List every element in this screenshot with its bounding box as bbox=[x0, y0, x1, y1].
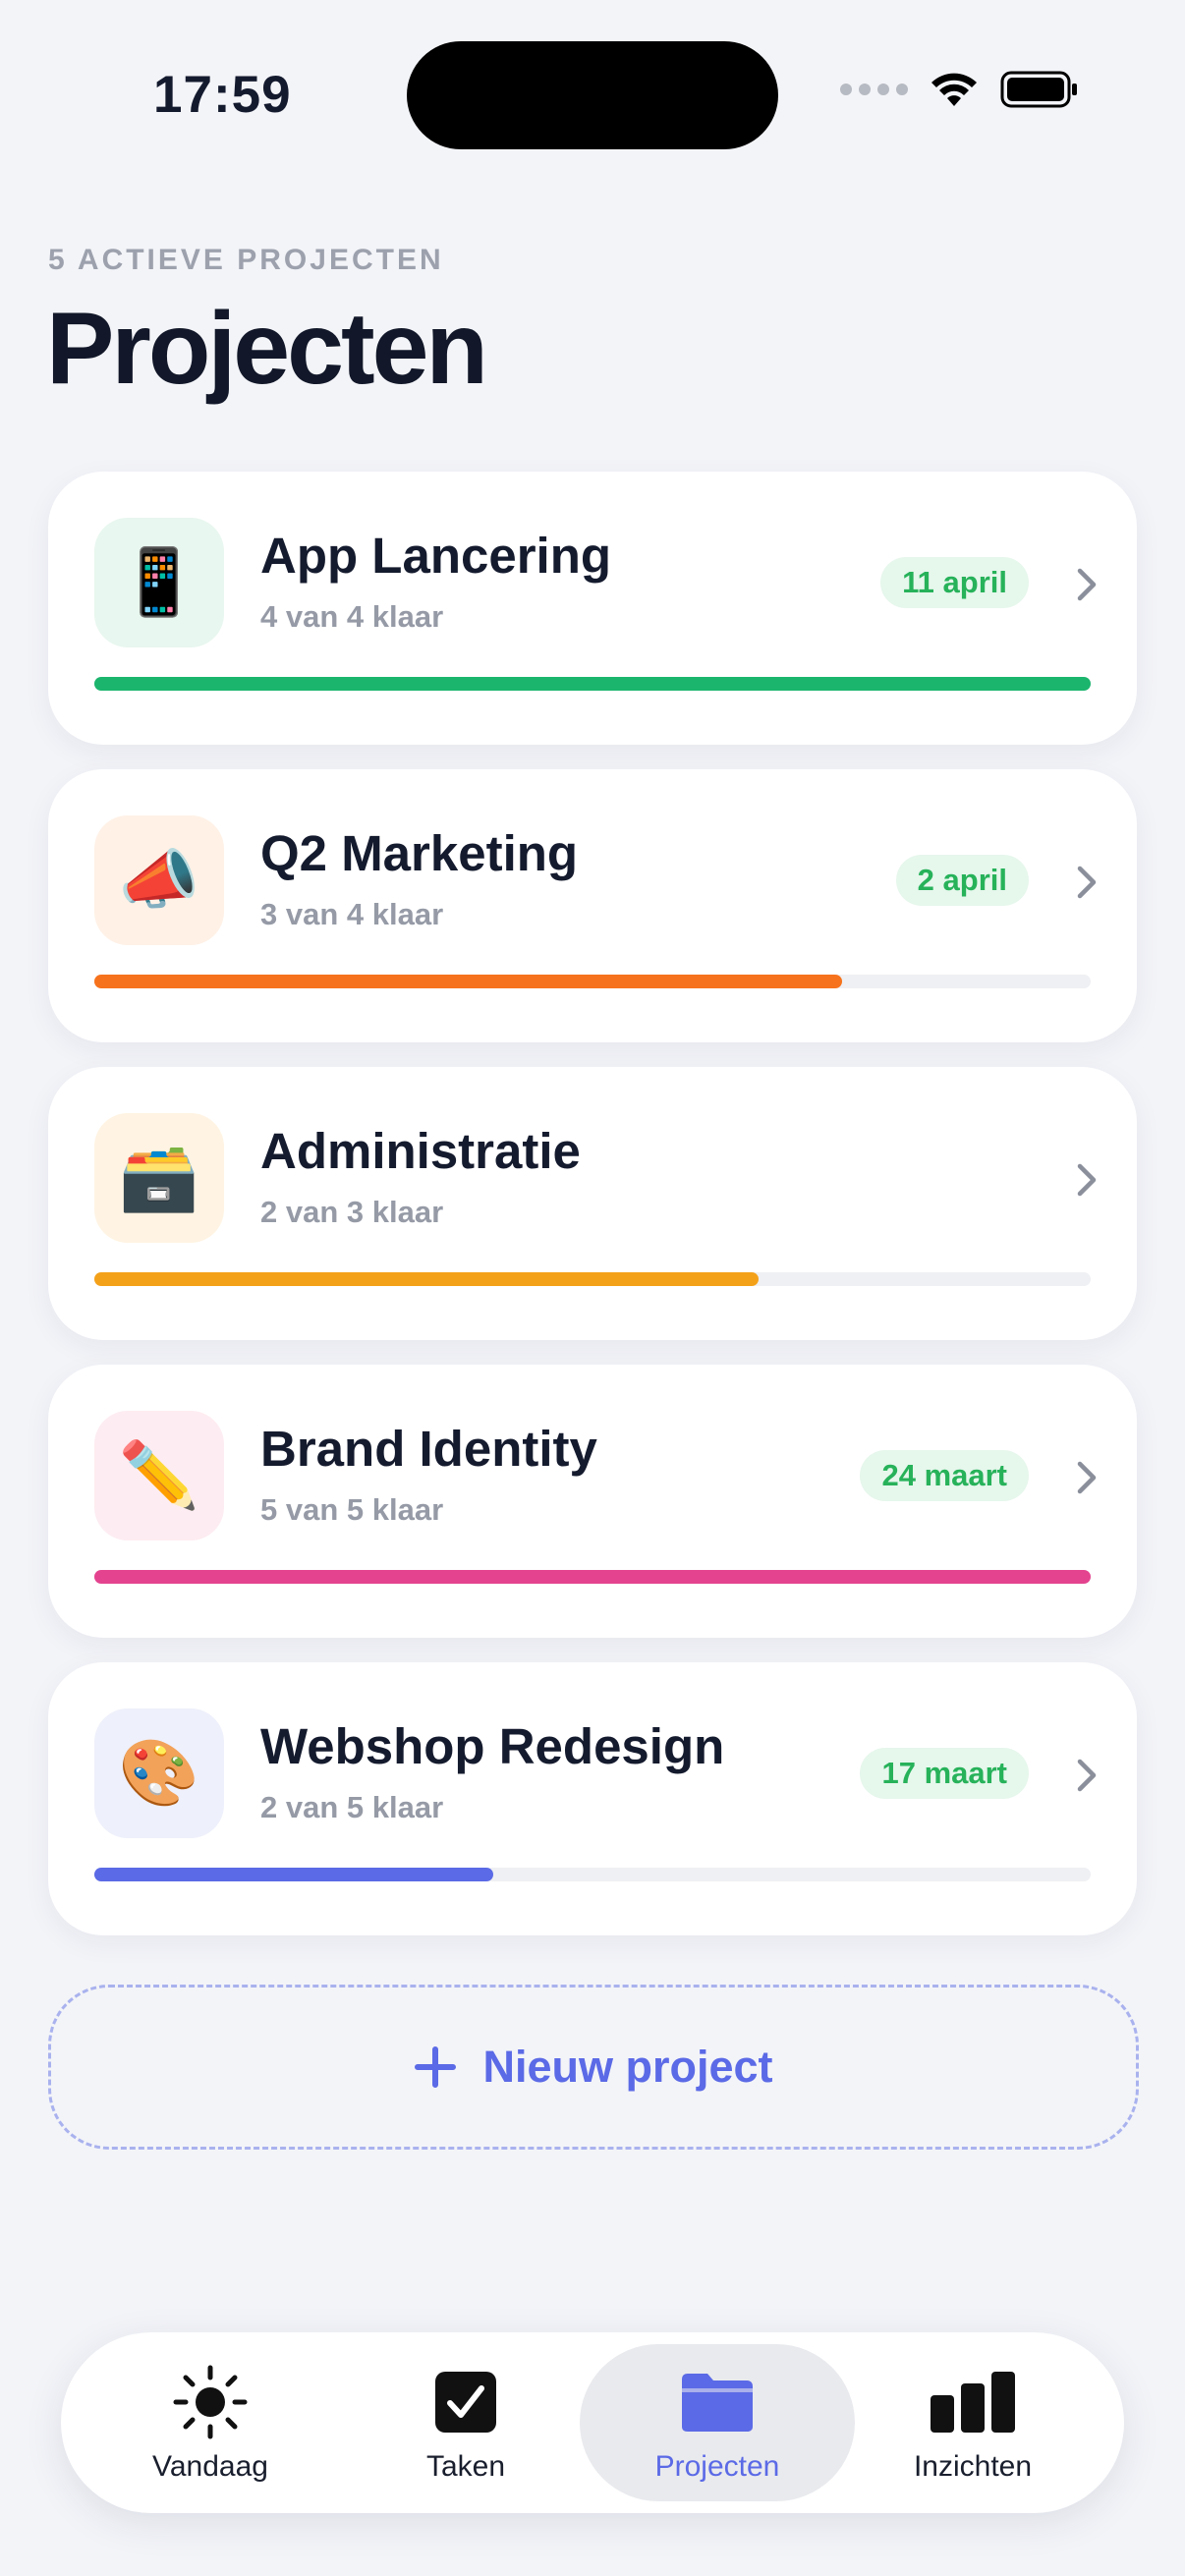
project-name: Webshop Redesign bbox=[260, 1718, 725, 1774]
progress-fill bbox=[94, 1272, 760, 1286]
project-name: Brand Identity bbox=[260, 1421, 597, 1477]
progress-track bbox=[94, 1868, 1091, 1881]
project-progress-text: 2 van 3 klaar bbox=[260, 1195, 444, 1229]
tab-inzichten[interactable]: Inzichten bbox=[835, 2344, 1110, 2501]
progress-fill bbox=[94, 1868, 493, 1881]
battery-icon bbox=[1000, 71, 1077, 108]
sun-icon bbox=[173, 2365, 248, 2439]
cellular-signal-icon bbox=[840, 84, 908, 95]
checkbox-icon bbox=[435, 2372, 496, 2433]
status-indicators bbox=[840, 71, 1079, 108]
project-name: Administratie bbox=[260, 1123, 581, 1179]
card-file-box-icon: 🗃️ bbox=[118, 1141, 200, 1213]
tab-label: Projecten bbox=[654, 2450, 780, 2483]
chevron-right-icon bbox=[1077, 568, 1097, 601]
project-card-webshop-redesign[interactable]: 🎨 Webshop Redesign 2 van 5 klaar 17 maar… bbox=[48, 1662, 1137, 1935]
phone-icon: 📱 bbox=[118, 545, 200, 618]
tab-label: Vandaag bbox=[152, 2450, 268, 2483]
megaphone-icon: 📣 bbox=[118, 843, 200, 916]
tab-vandaag[interactable]: Vandaag bbox=[73, 2344, 348, 2501]
tab-taken[interactable]: Taken bbox=[328, 2344, 603, 2501]
progress-track bbox=[94, 1570, 1091, 1584]
project-icon: 🗃️ bbox=[94, 1113, 224, 1243]
new-project-button[interactable]: Nieuw project bbox=[48, 1985, 1139, 2150]
project-icon: ✏️ bbox=[94, 1411, 224, 1540]
project-card-q2-marketing[interactable]: 📣 Q2 Marketing 3 van 4 klaar 2 april bbox=[48, 769, 1137, 1042]
progress-fill bbox=[94, 975, 842, 988]
active-projects-count: 5 ACTIEVE PROJECTEN bbox=[48, 244, 444, 276]
pencil-icon: ✏️ bbox=[118, 1438, 200, 1511]
wifi-icon bbox=[931, 73, 977, 106]
project-icon: 📱 bbox=[94, 518, 224, 647]
project-name: App Lancering bbox=[260, 528, 612, 584]
tab-projecten[interactable]: Projecten bbox=[580, 2344, 855, 2501]
chevron-right-icon bbox=[1077, 1759, 1097, 1792]
progress-track bbox=[94, 1272, 1091, 1286]
tab-label: Inzichten bbox=[913, 2450, 1033, 2483]
project-progress-text: 2 van 5 klaar bbox=[260, 1790, 444, 1824]
chevron-right-icon bbox=[1077, 1163, 1097, 1197]
progress-fill bbox=[94, 677, 1091, 691]
chevron-right-icon bbox=[1077, 866, 1097, 899]
project-card-app-lancering[interactable]: 📱 App Lancering 4 van 4 klaar 11 april bbox=[48, 472, 1137, 745]
status-time: 17:59 bbox=[153, 66, 292, 124]
progress-track bbox=[94, 677, 1091, 691]
plus-icon bbox=[415, 2046, 457, 2088]
dynamic-island bbox=[407, 41, 778, 149]
project-name: Q2 Marketing bbox=[260, 825, 579, 881]
progress-fill bbox=[94, 1570, 1091, 1584]
project-progress-text: 4 van 4 klaar bbox=[260, 599, 444, 634]
new-project-label: Nieuw project bbox=[482, 2042, 773, 2092]
tab-bar: Vandaag Taken Projecten Inzichten bbox=[61, 2332, 1124, 2513]
project-icon: 🎨 bbox=[94, 1708, 224, 1838]
due-date-badge: 2 april bbox=[895, 855, 1029, 906]
page-title: Projecten bbox=[46, 292, 488, 406]
tab-label: Taken bbox=[425, 2450, 506, 2483]
project-progress-text: 5 van 5 klaar bbox=[260, 1492, 444, 1527]
chevron-right-icon bbox=[1077, 1461, 1097, 1494]
due-date-badge: 17 maart bbox=[860, 1748, 1029, 1799]
folder-icon bbox=[682, 2374, 753, 2432]
due-date-badge: 24 maart bbox=[860, 1450, 1029, 1501]
bar-chart-icon bbox=[931, 2372, 1015, 2433]
progress-track bbox=[94, 975, 1091, 988]
palette-icon: 🎨 bbox=[118, 1736, 200, 1809]
project-card-brand-identity[interactable]: ✏️ Brand Identity 5 van 5 klaar 24 maart bbox=[48, 1365, 1137, 1638]
project-card-administratie[interactable]: 🗃️ Administratie 2 van 3 klaar bbox=[48, 1067, 1137, 1340]
due-date-badge: 11 april bbox=[880, 557, 1029, 608]
project-icon: 📣 bbox=[94, 815, 224, 945]
project-progress-text: 3 van 4 klaar bbox=[260, 897, 444, 931]
